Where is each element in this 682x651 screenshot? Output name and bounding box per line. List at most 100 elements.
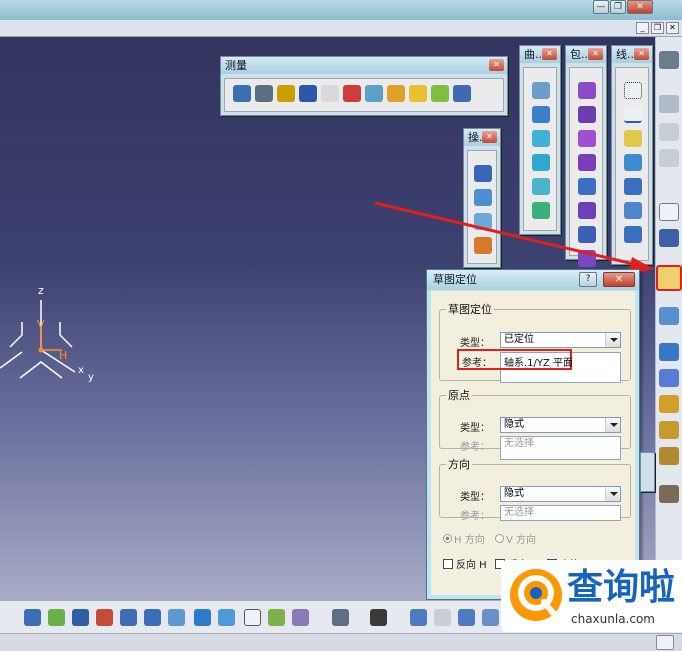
radio-empty-icon <box>495 534 504 543</box>
heal-icon[interactable] <box>578 106 596 123</box>
hidden-toolbar-edge <box>640 452 655 492</box>
swap-visible-icon[interactable] <box>292 609 309 626</box>
direction-reference-field[interactable]: 无选择 <box>500 505 621 521</box>
measure-inertia-icon[interactable] <box>277 85 295 102</box>
origin-group: 原点 类型： 隐式 参考： 无选择 <box>439 387 631 460</box>
product-icon[interactable] <box>659 51 679 69</box>
camera-icon[interactable] <box>370 609 387 626</box>
measure-cube-icon[interactable] <box>299 85 317 102</box>
zoom-out-icon[interactable] <box>144 609 161 626</box>
minimize-button[interactable]: — <box>593 0 609 14</box>
wrap-toolbar-close-button[interactable]: ✕ <box>588 48 603 60</box>
extrude-surface-icon[interactable] <box>532 82 550 99</box>
close-window-button[interactable]: ✕ <box>627 0 653 14</box>
chevron-down-icon <box>605 333 620 347</box>
mesh-icon[interactable] <box>453 85 471 102</box>
point-icon[interactable] <box>624 82 642 99</box>
h-direction-radio[interactable]: H 方向 <box>443 531 485 546</box>
examine-icon[interactable] <box>410 609 427 626</box>
print-icon[interactable] <box>332 609 349 626</box>
operation-toolbar-close-button[interactable]: ✕ <box>482 131 497 143</box>
origin-type-value: 隐式 <box>504 419 524 430</box>
axis-z-label: z <box>38 284 44 297</box>
surface-toolbar-close-button[interactable]: ✕ <box>542 48 557 60</box>
rotate-icon[interactable] <box>659 343 679 361</box>
fit-all-icon[interactable] <box>48 609 65 626</box>
doc-restore-button[interactable]: ❐ <box>651 22 664 34</box>
axis-y-label: y <box>88 372 94 383</box>
hand-icon[interactable] <box>434 609 451 626</box>
rotate-view-icon[interactable] <box>96 609 113 626</box>
walk-icon[interactable] <box>458 609 475 626</box>
application-title-bar <box>0 0 682 20</box>
origin-reference-label: 参考： <box>460 442 490 453</box>
multi-view-icon[interactable] <box>194 609 211 626</box>
constraint-icon[interactable] <box>659 395 679 413</box>
direction-group: 方向 类型： 隐式 参考： 无选择 <box>439 456 631 522</box>
status-icon[interactable] <box>656 635 674 650</box>
boundary-icon[interactable] <box>578 178 596 195</box>
measure-toolbar-close-button[interactable]: ✕ <box>489 59 504 71</box>
line-toolbar-close-button[interactable]: ✕ <box>634 48 649 60</box>
dialog-close-button[interactable]: ✕ <box>603 272 635 287</box>
grid-icon[interactable] <box>474 165 492 182</box>
direction-type-value: 隐式 <box>504 488 524 499</box>
type-dropdown[interactable]: 已定位 <box>500 332 621 348</box>
reverse-h-checkbox[interactable]: 反向 H <box>443 556 487 571</box>
surface-analysis-icon[interactable] <box>409 85 427 102</box>
sweep-surface-icon[interactable] <box>532 178 550 195</box>
split-icon[interactable] <box>578 130 596 147</box>
dialog-title: 草图定位 <box>433 273 477 286</box>
zoom-in-icon[interactable] <box>120 609 137 626</box>
radio-selected-icon <box>443 534 452 543</box>
direction-legend: 方向 <box>448 458 470 471</box>
material-icon[interactable] <box>659 421 679 439</box>
geometric-set-icon[interactable] <box>659 149 679 167</box>
measure-toolbar: 测量 ✕ <box>220 56 508 116</box>
watermark-domain: chaxunla.com <box>571 612 655 626</box>
loop-icon[interactable] <box>387 85 405 102</box>
origin-type-dropdown[interactable]: 隐式 <box>500 417 621 433</box>
measure-between-icon[interactable] <box>233 85 251 102</box>
measure-item-icon[interactable] <box>255 85 273 102</box>
body-icon[interactable] <box>659 123 679 141</box>
chevron-down-icon <box>605 418 620 432</box>
direction-reference-label: 参考： <box>460 511 490 522</box>
render-icon[interactable] <box>659 447 679 465</box>
spiral-icon[interactable] <box>365 85 383 102</box>
measure-toolbar-title: 测量 <box>225 59 247 72</box>
tool-icon[interactable] <box>659 485 679 503</box>
intersection-icon[interactable] <box>624 178 642 195</box>
h-direction-label: H 方向 <box>454 535 485 546</box>
part-icon[interactable] <box>659 95 679 113</box>
help-button[interactable]: ? <box>579 272 597 287</box>
revolve-surface-icon[interactable] <box>532 106 550 123</box>
sketch-icon[interactable] <box>659 307 679 325</box>
pattern-icon[interactable] <box>659 369 679 387</box>
hide-show-icon[interactable] <box>268 609 285 626</box>
plane-icon[interactable] <box>624 130 642 147</box>
trim-icon[interactable] <box>578 154 596 171</box>
fly-icon[interactable] <box>24 609 41 626</box>
status-bar <box>0 633 682 651</box>
pan-icon[interactable] <box>72 609 89 626</box>
doc-minimize-button[interactable]: _ <box>636 22 649 34</box>
wave-icon[interactable] <box>343 85 361 102</box>
direction-type-dropdown[interactable]: 隐式 <box>500 486 621 502</box>
draft-analysis-icon[interactable] <box>431 85 449 102</box>
restore-button[interactable]: ❐ <box>610 0 626 14</box>
offset-surface-icon[interactable] <box>532 154 550 171</box>
join-icon[interactable] <box>578 82 596 99</box>
curve-icon[interactable] <box>321 85 339 102</box>
iso-view-icon[interactable] <box>218 609 235 626</box>
select-arrow-icon[interactable] <box>659 203 679 221</box>
v-direction-radio[interactable]: V 方向 <box>495 531 536 546</box>
projection-icon[interactable] <box>624 154 642 171</box>
normal-view-icon[interactable] <box>168 609 185 626</box>
tree-icon[interactable] <box>482 609 499 626</box>
sphere-surface-icon[interactable] <box>532 130 550 147</box>
doc-close-button[interactable]: ✕ <box>666 22 679 34</box>
line-icon[interactable] <box>624 106 642 123</box>
render-style-icon[interactable] <box>244 609 261 626</box>
scatter-icon[interactable] <box>659 229 679 247</box>
